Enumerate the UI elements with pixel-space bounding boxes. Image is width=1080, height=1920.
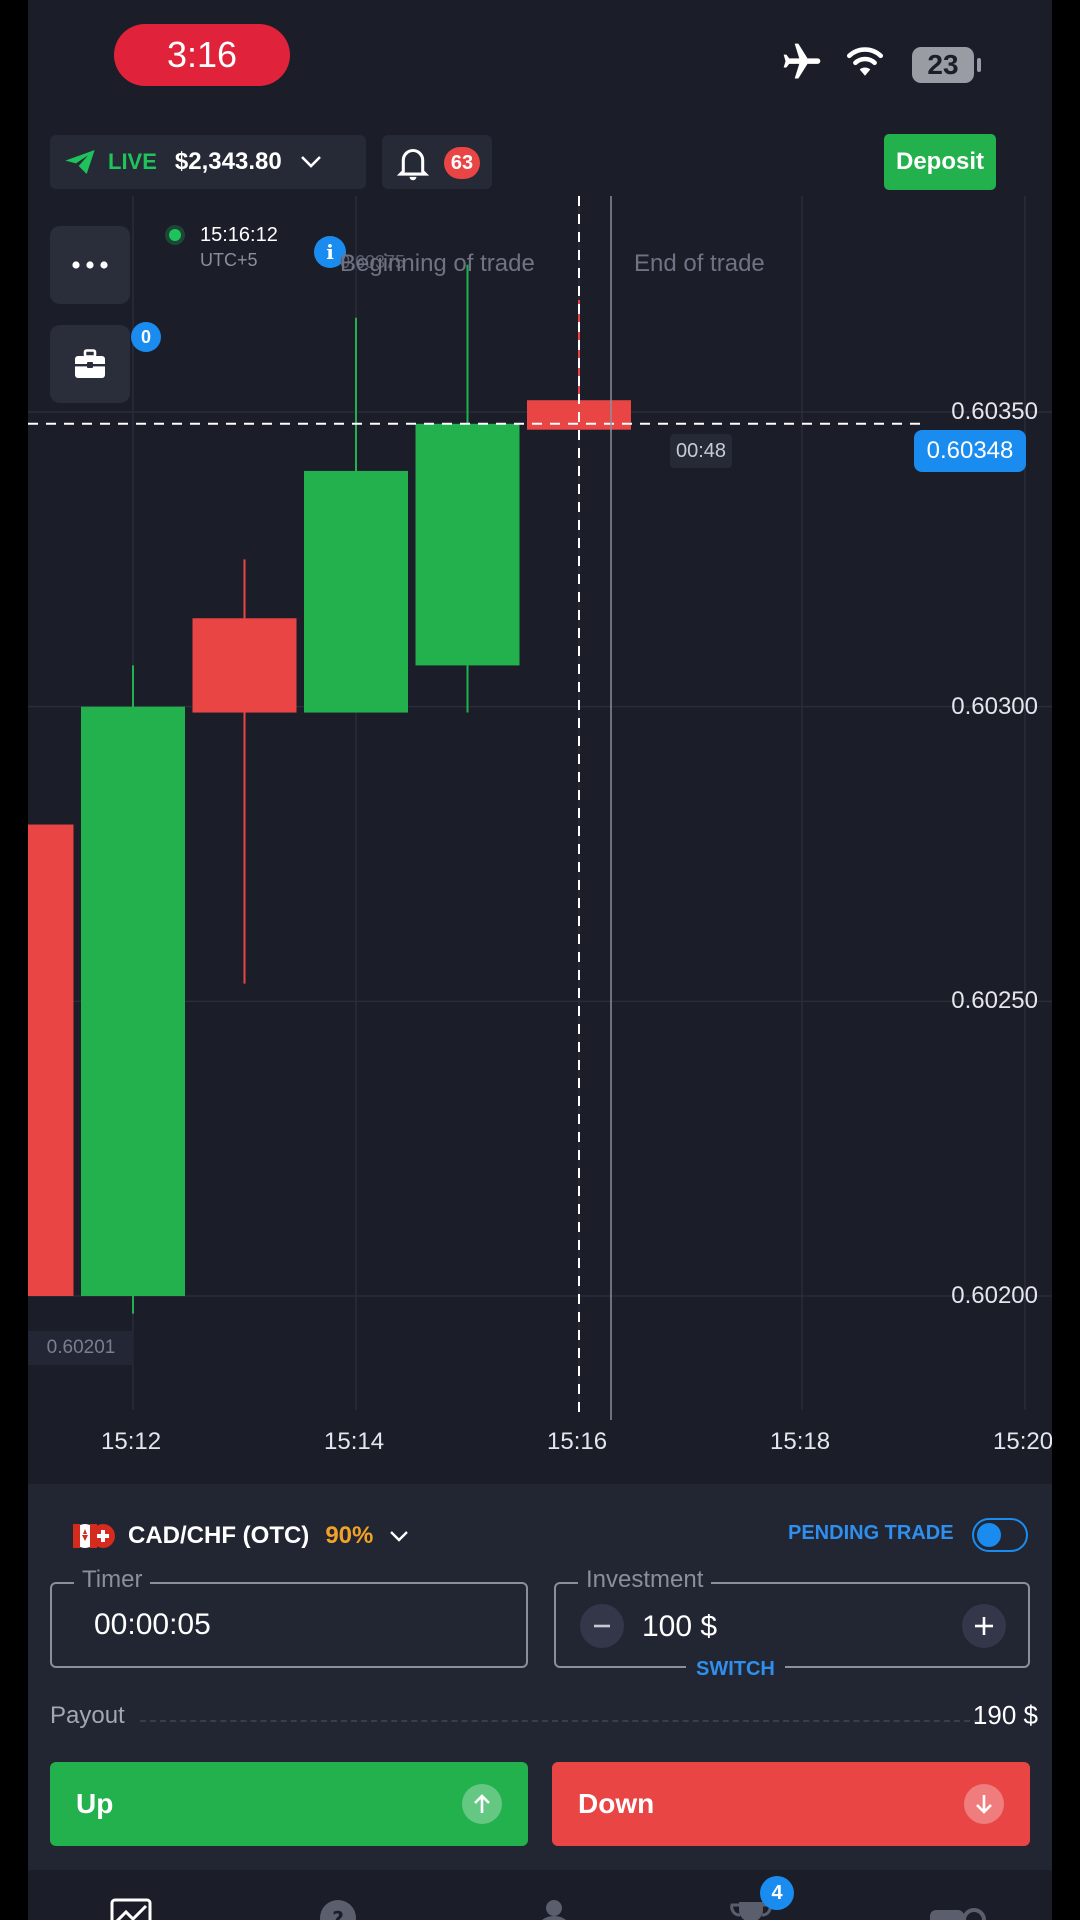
- top-bar: LIVE $2,343.80 63 Deposit: [28, 130, 1052, 194]
- candle-body: [415, 423, 520, 666]
- down-label: Down: [578, 1788, 655, 1819]
- server-time: 15:16:12: [200, 224, 278, 246]
- profile-icon[interactable]: [534, 1898, 574, 1920]
- deposit-button[interactable]: Deposit: [884, 134, 996, 190]
- svg-text:?: ?: [332, 1907, 344, 1920]
- bell-icon: [396, 149, 430, 181]
- asset-selector[interactable]: CAD/CHF (OTC) 90%: [72, 1521, 409, 1551]
- trade-countdown: 00:48: [670, 434, 732, 468]
- timezone: UTC+5: [200, 250, 258, 270]
- chevron-down-icon: [390, 1531, 409, 1542]
- price-chart[interactable]: [28, 196, 1052, 1466]
- investment-label: Investment: [578, 1566, 712, 1594]
- low-price-label: 0.60201: [28, 1331, 134, 1365]
- timer-field[interactable]: Timer 00:00:05: [50, 1566, 528, 1668]
- pending-trade-label: PENDING TRADE: [788, 1522, 954, 1544]
- notifications-button[interactable]: 63: [382, 135, 492, 189]
- tournament-badge: 4: [760, 1876, 794, 1910]
- arrow-up-icon: [462, 1784, 502, 1824]
- y-tick-label: 0.60300: [951, 692, 1038, 720]
- timer-value: 00:00:05: [94, 1608, 211, 1641]
- airplane-mode-icon: [783, 43, 821, 79]
- candle-body: [192, 618, 297, 713]
- y-tick-label: 0.60200: [951, 1282, 1038, 1309]
- x-tick-label: 15:14: [324, 1428, 385, 1455]
- battery-indicator: 23: [912, 47, 974, 83]
- pending-trade-toggle[interactable]: [972, 1518, 1028, 1552]
- toggle-knob: [977, 1523, 1001, 1547]
- asset-name: CAD/CHF (OTC): [128, 1522, 310, 1549]
- x-tick-label: 15:18: [770, 1428, 831, 1455]
- candle-body: [304, 470, 408, 713]
- up-label: Up: [76, 1788, 114, 1819]
- more-menu-icon[interactable]: [928, 1898, 988, 1920]
- chart-icon[interactable]: [110, 1898, 152, 1920]
- bottom-navigation: ?: [28, 1870, 1052, 1920]
- more-options-button[interactable]: [50, 226, 130, 304]
- online-indicator: [169, 229, 181, 241]
- battery-tip: [977, 58, 981, 72]
- help-icon[interactable]: ?: [318, 1898, 358, 1920]
- account-balance: $2,343.80: [174, 148, 282, 175]
- y-tick-label: 0.60350: [951, 398, 1038, 425]
- account-selector[interactable]: LIVE $2,343.80: [50, 135, 366, 189]
- flags-icon: [73, 1524, 115, 1548]
- status-time: 3:16: [114, 24, 290, 86]
- payout-label: Payout: [50, 1702, 125, 1729]
- investment-value: 100 $: [642, 1610, 718, 1643]
- down-button[interactable]: Down: [552, 1762, 1030, 1846]
- app-frame: 3:16 23 LIVE $2,343.80 63 Deposit 0.6035…: [28, 0, 1052, 1920]
- x-tick-label: 15:12: [101, 1428, 162, 1455]
- beginning-of-trade-label: Beginning of trade: [340, 250, 535, 277]
- x-tick-label: 15:16: [547, 1428, 608, 1455]
- timer-label: Timer: [74, 1566, 151, 1594]
- notification-count-badge: 63: [444, 147, 480, 179]
- plus-icon: [975, 1617, 993, 1635]
- paper-plane-icon: [65, 150, 95, 174]
- payout-divider: [140, 1720, 980, 1722]
- decrease-investment-button[interactable]: [580, 1604, 624, 1648]
- x-tick-label: 15:20: [993, 1428, 1052, 1455]
- current-price-badge: 0.60348: [914, 430, 1026, 472]
- asset-payout-percent: 90%: [325, 1522, 374, 1549]
- candle-body: [28, 824, 74, 1296]
- candle-body: [81, 706, 185, 1296]
- increase-investment-button[interactable]: [962, 1604, 1006, 1648]
- payout-value: 190 $: [972, 1700, 1038, 1730]
- chevron-down-icon: [300, 156, 321, 168]
- wifi-icon: [846, 47, 884, 76]
- investment-field[interactable]: Investment 100 $ SWITCH: [554, 1566, 1030, 1681]
- status-bar: 3:16 23: [28, 0, 1052, 120]
- arrow-down-icon: [964, 1784, 1004, 1824]
- y-tick-label: 0.60250: [951, 987, 1038, 1015]
- end-of-trade-label: End of trade: [634, 250, 765, 277]
- portfolio-button[interactable]: [50, 325, 130, 403]
- switch-button[interactable]: SWITCH: [686, 1658, 785, 1681]
- minus-icon: [594, 1624, 610, 1628]
- briefcase-icon: [75, 349, 105, 378]
- portfolio-count-badge: 0: [131, 322, 161, 352]
- up-button[interactable]: Up: [50, 1762, 528, 1846]
- account-mode: LIVE: [108, 149, 157, 174]
- ellipsis-icon: [72, 261, 108, 269]
